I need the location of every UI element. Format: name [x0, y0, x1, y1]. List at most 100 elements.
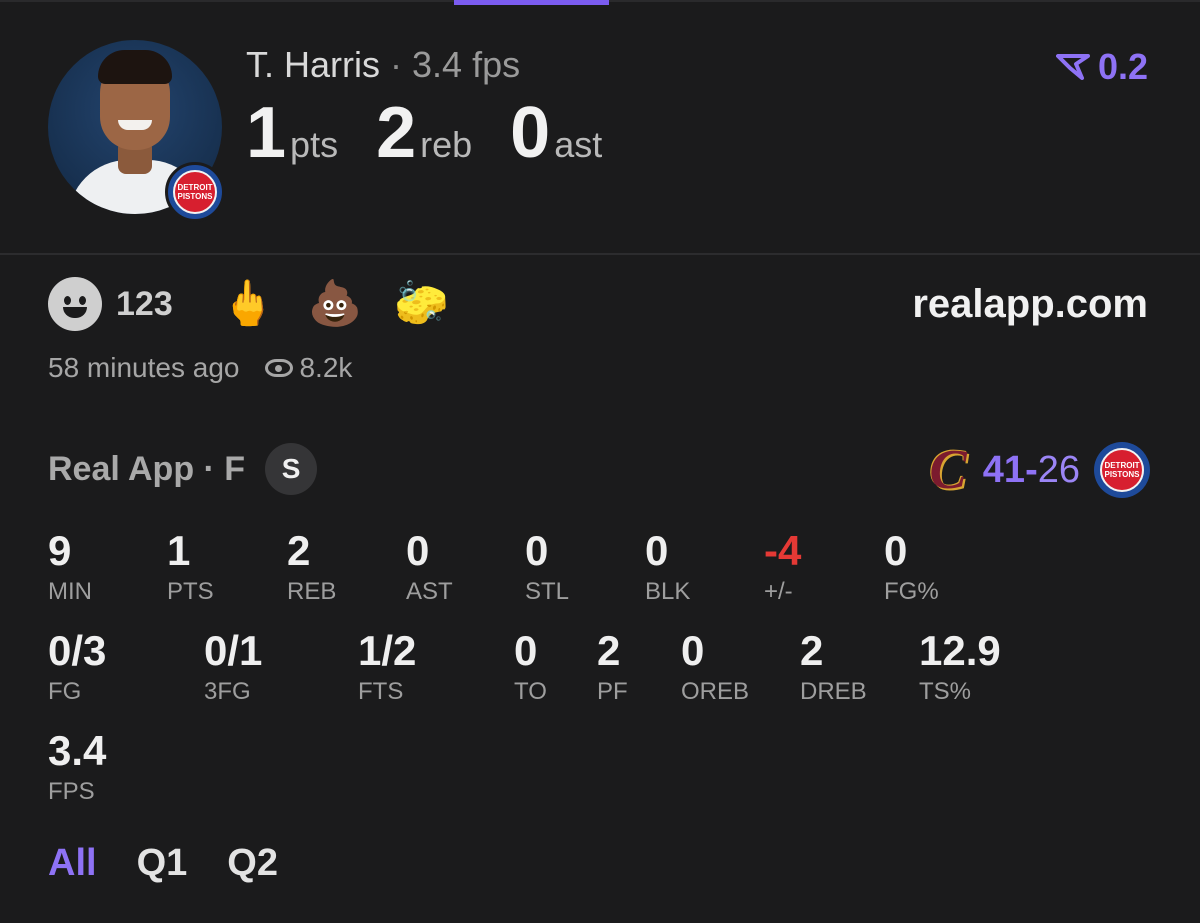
view-count-value: 8.2k	[299, 352, 353, 383]
headline-rebounds-value: 2	[376, 93, 417, 173]
stat-label: STL	[525, 578, 570, 605]
stat-label: MIN	[48, 578, 92, 605]
rating-button[interactable]: 0.2	[1055, 46, 1148, 88]
player-fps: 3.4 fps	[412, 44, 521, 85]
player-line[interactable]: T. Harris · 3.4 fps	[246, 44, 520, 86]
stat-value: 0	[525, 527, 549, 574]
post-meta: 58 minutes ago 8.2k	[48, 352, 352, 384]
tab-q1[interactable]: Q1	[137, 842, 188, 885]
stat-label: PF	[597, 678, 628, 705]
stat-pf: 2 PF	[597, 630, 628, 704]
stat-label: 3FG	[204, 678, 251, 705]
stat-label: REB	[287, 578, 337, 605]
avatar-hair	[98, 50, 172, 84]
separator: ·	[390, 44, 403, 85]
headline-stats: 1 pts 2 reb 0 ast	[246, 92, 640, 174]
score: 41-26	[983, 449, 1080, 492]
stat-label: FG	[48, 678, 82, 705]
stat-label: FTS	[358, 678, 404, 705]
stat-label: DREB	[800, 678, 867, 705]
away-score: 26	[1037, 448, 1080, 491]
stat-value: 0	[645, 527, 669, 574]
smiley-eye	[64, 296, 71, 305]
headline-assists-unit: ast	[554, 124, 603, 165]
stat-stl: 0 STL	[525, 530, 569, 604]
reaction-count: 123	[116, 284, 173, 323]
time-ago: 58 minutes ago	[48, 352, 240, 383]
stat-value: 2	[287, 527, 311, 574]
stat-value: 12.9	[919, 627, 1001, 674]
pistons-logo-icon: DETROIT PISTONS	[1094, 442, 1150, 498]
team-logo-text: DETROIT PISTONS	[177, 183, 213, 201]
stat-value: 1	[167, 527, 191, 574]
score-dash: -	[1025, 448, 1038, 491]
stat-value: 0	[514, 627, 538, 674]
stat-fts: 1/2 FTS	[358, 630, 416, 704]
spongebob-emoji-icon[interactable]: 🧽	[394, 282, 449, 326]
stat-label: AST	[406, 578, 453, 605]
headline-assists-value: 0	[510, 93, 551, 173]
tab-all[interactable]: All	[48, 842, 97, 885]
stat-value: 0	[406, 527, 430, 574]
stat-label: OREB	[681, 678, 750, 705]
stat-reb: 2 REB	[287, 530, 336, 604]
stat-ts-pct: 12.9 TS%	[919, 630, 1001, 704]
stat-value: 9	[48, 527, 72, 574]
league-position: Real App · F	[48, 449, 246, 488]
view-count: 8.2k	[265, 352, 352, 384]
stat-value: 2	[800, 627, 824, 674]
stat-ast: 0 AST	[406, 530, 453, 604]
headline-points-unit: pts	[290, 124, 339, 165]
stat-fg: 0/3 FG	[48, 630, 106, 704]
cavaliers-logo-icon: C	[929, 439, 967, 501]
pistons-logo-text: DETROIT PISTONS	[1104, 461, 1140, 479]
section-divider	[0, 253, 1200, 255]
avatar-smile	[118, 120, 152, 130]
rating-value: 0.2	[1097, 46, 1148, 87]
stat-value: 0	[681, 627, 705, 674]
stat-oreb: 0 OREB	[681, 630, 749, 704]
stat-label: FPS	[48, 778, 95, 805]
stat-label: BLK	[645, 578, 691, 605]
stat-value: 0	[884, 527, 908, 574]
player-name[interactable]: T. Harris	[246, 44, 380, 85]
stat-value: 0/1	[204, 627, 263, 674]
stat-value: -4	[764, 527, 802, 574]
team-logo-icon: DETROIT PISTONS	[165, 162, 225, 222]
stat-label: +/-	[764, 578, 793, 605]
stat-value: 2	[597, 627, 621, 674]
site-link[interactable]: realapp.com	[912, 282, 1148, 327]
stat-label: PTS	[167, 578, 214, 605]
stat-value: 1/2	[358, 627, 417, 674]
eye-icon	[265, 359, 294, 377]
stat-label: FG%	[884, 578, 939, 605]
stat-pts: 1 PTS	[167, 530, 214, 604]
stat-fg-pct: 0 FG%	[884, 530, 939, 604]
home-score: 41	[982, 448, 1026, 491]
stat-to: 0 TO	[514, 630, 547, 704]
headline-rebounds-unit: reb	[420, 124, 473, 165]
smiley-eye	[79, 296, 86, 305]
poop-emoji-icon[interactable]: 💩	[308, 282, 363, 326]
reactions-bar: 123 🖕 💩 🧽	[48, 276, 481, 332]
active-page-indicator	[454, 0, 609, 5]
headline-points-value: 1	[246, 93, 287, 173]
smiley-icon[interactable]	[48, 277, 102, 331]
game-score[interactable]: C 41-26 DETROIT PISTONS	[929, 442, 1150, 498]
stat-min: 9 MIN	[48, 530, 92, 604]
stat-dreb: 2 DREB	[800, 630, 867, 704]
stat-fps: 3.4 FPS	[48, 730, 106, 804]
rating-icon	[1055, 54, 1090, 80]
tab-q2[interactable]: Q2	[227, 842, 278, 885]
stat-blk: 0 BLK	[645, 530, 690, 604]
stat-plus-minus: -4 +/-	[764, 530, 801, 604]
stat-value: 3.4	[48, 727, 107, 774]
stat-value: 0/3	[48, 627, 107, 674]
starter-badge: S	[265, 443, 318, 495]
middle-finger-emoji-icon[interactable]: 🖕	[221, 282, 276, 326]
stat-3fg: 0/1 3FG	[204, 630, 262, 704]
stat-label: TO	[514, 678, 547, 705]
smiley-mouth	[63, 307, 87, 318]
stat-label: TS%	[919, 678, 972, 705]
period-tabs: All Q1 Q2	[48, 842, 278, 885]
